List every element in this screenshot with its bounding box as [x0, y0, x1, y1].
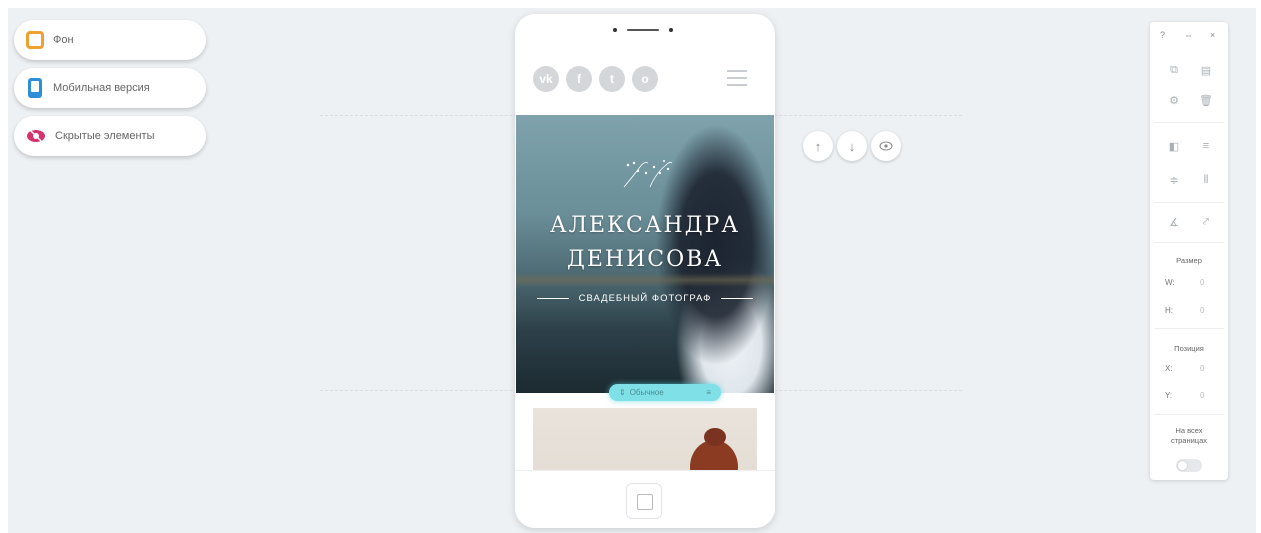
properties-panel: ? ⇔ × ⧉ ▤ ⚙ 🗑 ◧ ≡ ≑ ⦀ ∡ ⤤ Размер W: 0 H:… — [1150, 22, 1228, 480]
facebook-icon[interactable]: f — [566, 66, 592, 92]
background-button-label: Фон — [53, 34, 74, 46]
position-title: Позиция — [1174, 344, 1204, 353]
hidden-elements-button[interactable]: Скрытые элементы — [14, 116, 206, 156]
layer-order-icon[interactable]: ◧ — [1166, 140, 1182, 153]
move-down-button[interactable]: ↓ — [837, 131, 867, 161]
arrows-icon: ⇕ — [619, 388, 626, 397]
copy-icon[interactable]: ⧉ — [1166, 64, 1182, 77]
phone-bottom-bar — [515, 470, 775, 528]
hidden-elements-label: Скрытые элементы — [55, 130, 155, 142]
twitter-icon[interactable]: t — [599, 66, 625, 92]
move-up-button[interactable]: ↑ — [803, 131, 833, 161]
hero-title-line2: ДЕНИСОВА — [566, 247, 723, 272]
expand-panel-icon[interactable]: ⇔ — [1184, 30, 1193, 40]
x-label: X: — [1165, 364, 1173, 373]
site-header[interactable]: vk f t o — [516, 44, 774, 115]
mobile-version-button[interactable]: Мобильная версия — [14, 68, 206, 108]
width-input[interactable]: 0 — [1200, 278, 1204, 287]
trash-icon[interactable]: 🗑 — [1198, 94, 1214, 107]
all-pages-label-line1: На всех — [1175, 426, 1203, 435]
paste-icon[interactable]: ▤ — [1198, 64, 1214, 77]
portrait-photo — [533, 408, 757, 470]
hero-subtitle: СВАДЕБНЫЙ ФОТОГРАФ — [578, 293, 712, 304]
x-input[interactable]: 0 — [1200, 364, 1204, 373]
y-input[interactable]: 0 — [1200, 391, 1204, 400]
align-icon[interactable]: ≡ — [1198, 140, 1214, 152]
home-button-icon — [626, 483, 662, 519]
help-button[interactable]: ? — [1160, 30, 1165, 40]
background-icon — [26, 31, 44, 49]
vk-icon[interactable]: vk — [533, 66, 559, 92]
size-title: Размер — [1176, 256, 1202, 265]
all-pages-label-line2: страницах — [1170, 436, 1208, 445]
hide-block-button[interactable] — [871, 131, 901, 161]
phone-screen: vk f t o АЛЕКСАНДРА ДЕНИСОВА СВАДЕБНЫЙ Ф… — [516, 44, 774, 470]
phone-preview: vk f t o АЛЕКСАНДРА ДЕНИСОВА СВАДЕБНЫЙ Ф… — [515, 14, 775, 528]
block-type-label: Обычное — [629, 388, 664, 397]
background-button[interactable]: Фон — [14, 20, 206, 60]
distribute-vertical-icon[interactable]: ≑ — [1166, 174, 1182, 187]
mobile-version-label: Мобильная версия — [53, 82, 150, 94]
hamburger-menu-icon[interactable] — [727, 70, 747, 86]
close-panel-button[interactable]: × — [1210, 30, 1215, 40]
hero-subtitle-row: СВАДЕБНЫЙ ФОТОГРАФ — [516, 293, 774, 304]
floral-ornament-icon — [623, 160, 673, 188]
height-input[interactable]: 0 — [1200, 306, 1204, 315]
settings-icon[interactable]: ⚙ — [1166, 94, 1182, 107]
hidden-eye-icon — [27, 128, 45, 144]
hero-block[interactable]: АЛЕКСАНДРА ДЕНИСОВА СВАДЕБНЫЙ ФОТОГРАФ — [516, 115, 774, 393]
mobile-icon — [28, 78, 42, 98]
phone-speaker — [613, 27, 675, 33]
hero-title-line1: АЛЕКСАНДРА — [549, 213, 741, 238]
distribute-horizontal-icon[interactable]: ⦀ — [1198, 174, 1214, 187]
pill-settings-icon: ≡ — [706, 388, 711, 397]
instagram-icon[interactable]: o — [632, 66, 658, 92]
height-label: H: — [1165, 306, 1173, 315]
eye-icon — [879, 141, 893, 151]
block-type-pill[interactable]: ⇕ Обычное ≡ — [609, 384, 721, 401]
rotate-angle-icon[interactable]: ∡ — [1166, 216, 1182, 229]
link-icon[interactable]: ⤤ — [1198, 216, 1214, 229]
width-label: W: — [1165, 278, 1175, 287]
y-label: Y: — [1165, 391, 1173, 400]
all-pages-toggle[interactable] — [1176, 459, 1202, 472]
